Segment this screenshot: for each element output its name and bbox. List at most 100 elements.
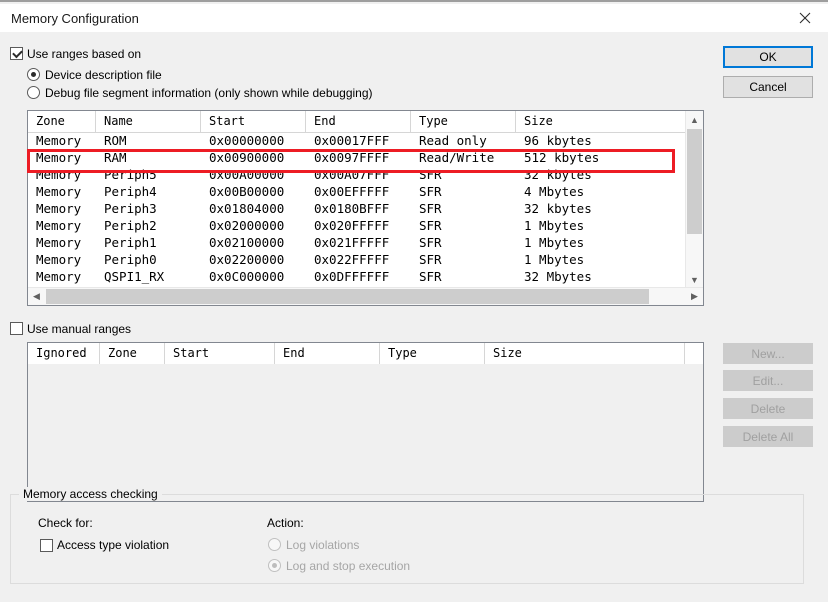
table-cell-end: 0x020FFFFF [314, 217, 389, 234]
delete-all-button[interactable]: Delete All [723, 426, 813, 447]
table-cell-name: RAM [104, 149, 127, 166]
manual-column-header-type[interactable]: Type [380, 343, 485, 364]
table-cell-start: 0x02200000 [209, 251, 284, 268]
table-cell-size: 32 kbytes [524, 166, 592, 183]
radio-log-and-stop-execution-label: Log and stop execution [286, 559, 410, 573]
table-row[interactable]: MemoryPeriph00x022000000x022FFFFFSFR1 Mb… [28, 251, 686, 268]
device-list-vertical-scrollbar[interactable]: ▲ ▼ [685, 111, 703, 288]
vertical-scroll-thumb[interactable] [687, 129, 702, 234]
column-header-zone[interactable]: Zone [28, 111, 96, 132]
column-header-start[interactable]: Start [201, 111, 306, 132]
table-cell-size: 512 kbytes [524, 149, 599, 166]
manual-column-header-ignored[interactable]: Ignored [28, 343, 100, 364]
access-type-violation-label: Access type violation [57, 538, 169, 552]
column-header-name-label: Name [104, 114, 133, 128]
close-icon[interactable] [782, 4, 828, 32]
table-cell-type: SFR [419, 166, 442, 183]
table-cell-type: SFR [419, 251, 442, 268]
table-cell-zone: Memory [36, 132, 81, 149]
table-cell-size: 32 kbytes [524, 200, 592, 217]
column-header-start-label: Start [209, 114, 245, 128]
edit-button[interactable]: Edit... [723, 370, 813, 391]
table-cell-end: 0x00017FFF [314, 132, 389, 149]
new-button[interactable]: New... [723, 343, 813, 364]
table-cell-start: 0x00000000 [209, 132, 284, 149]
scroll-down-arrow-icon[interactable]: ▼ [686, 271, 703, 288]
table-cell-size: 1 Mbytes [524, 234, 584, 251]
table-cell-end: 0x0097FFFF [314, 149, 389, 166]
radio-log-and-stop-execution[interactable] [268, 559, 281, 572]
table-cell-end: 0x021FFFFF [314, 234, 389, 251]
scroll-right-arrow-icon[interactable]: ▶ [686, 288, 703, 305]
column-header-type[interactable]: Type [411, 111, 516, 132]
radio-device-description-file-label: Device description file [45, 68, 162, 82]
check-for-label: Check for: [38, 516, 93, 530]
ok-button[interactable]: OK [723, 46, 813, 68]
table-cell-zone: Memory [36, 149, 81, 166]
table-row[interactable]: MemoryPeriph10x021000000x021FFFFFSFR1 Mb… [28, 234, 686, 251]
table-row[interactable]: MemoryPeriph20x020000000x020FFFFFSFR1 Mb… [28, 217, 686, 234]
radio-device-description-file[interactable] [27, 68, 40, 81]
delete-button[interactable]: Delete [723, 398, 813, 419]
column-header-type-label: Type [419, 114, 448, 128]
table-cell-name: Periph3 [104, 200, 157, 217]
manual-ranges-header: Ignored Zone Start End Type Size [28, 343, 703, 365]
manual-column-header-type-label: Type [388, 346, 417, 360]
table-row[interactable]: Memory ROM 0x00000000 0x00017FFF Read only 96… [28, 132, 686, 149]
use-ranges-label: Use ranges based on [27, 47, 141, 61]
title-bar: Memory Configuration [0, 4, 828, 32]
radio-log-violations[interactable] [268, 538, 281, 551]
action-label: Action: [267, 516, 304, 530]
table-cell-name: ROM [104, 132, 127, 149]
device-ranges-listview[interactable]: Zone Name Start End Type Size Memory ROM 0… [27, 110, 704, 306]
column-header-size[interactable]: Size [516, 111, 686, 132]
device-ranges-header: Zone Name Start End Type Size [28, 111, 686, 133]
radio-log-violations-label: Log violations [286, 538, 359, 552]
table-cell-zone: Memory [36, 268, 81, 285]
table-cell-zone: Memory [36, 217, 81, 234]
manual-ranges-listview[interactable]: Ignored Zone Start End Type Size [27, 342, 704, 502]
use-ranges-checkbox[interactable] [10, 47, 23, 60]
radio-debug-file-segment-info-label: Debug file segment information (only sho… [45, 86, 373, 100]
table-cell-name: Periph1 [104, 234, 157, 251]
table-cell-zone: Memory [36, 200, 81, 217]
column-header-end[interactable]: End [306, 111, 411, 132]
table-cell-end: 0x00EFFFFF [314, 183, 389, 200]
cancel-button[interactable]: Cancel [723, 76, 813, 98]
scroll-left-arrow-icon[interactable]: ◀ [28, 288, 45, 305]
scroll-up-arrow-icon[interactable]: ▲ [686, 111, 703, 128]
radio-debug-file-segment-info[interactable] [27, 86, 40, 99]
table-cell-zone: Memory [36, 166, 81, 183]
table-cell-type: SFR [419, 183, 442, 200]
table-row[interactable]: MemoryQSPI1_RX0x0C0000000x0DFFFFFFSFR32 … [28, 268, 686, 285]
table-cell-name: Periph0 [104, 251, 157, 268]
access-type-violation-checkbox[interactable] [40, 539, 53, 552]
column-header-end-label: End [314, 114, 336, 128]
memory-configuration-dialog: Memory Configuration OK Cancel Use range… [0, 0, 828, 602]
table-cell-size: 96 kbytes [524, 132, 592, 149]
table-row[interactable]: MemoryRAM0x009000000x0097FFFFRead/Write5… [28, 149, 686, 166]
table-cell-type: SFR [419, 268, 442, 285]
use-manual-ranges-checkbox[interactable] [10, 322, 23, 335]
table-cell-type: Read only [419, 132, 487, 149]
dialog-body: OK Cancel Use ranges based on Device des… [0, 32, 828, 602]
manual-column-header-start[interactable]: Start [165, 343, 275, 364]
table-row[interactable]: MemoryPeriph30x018040000x0180BFFFSFR32 k… [28, 200, 686, 217]
window-title: Memory Configuration [11, 11, 139, 26]
table-row[interactable]: MemoryPeriph40x00B000000x00EFFFFFSFR4 Mb… [28, 183, 686, 200]
manual-column-header-zone[interactable]: Zone [100, 343, 165, 364]
column-header-name[interactable]: Name [96, 111, 201, 132]
manual-column-header-end[interactable]: End [275, 343, 380, 364]
table-row[interactable]: MemoryPeriph50x00A000000x00A07FFFSFR32 k… [28, 166, 686, 183]
table-cell-end: 0x022FFFFF [314, 251, 389, 268]
device-list-horizontal-scrollbar[interactable]: ◀ ▶ [28, 287, 703, 305]
table-cell-size: 1 Mbytes [524, 251, 584, 268]
table-cell-end: 0x0180BFFF [314, 200, 389, 217]
table-cell-size: 32 Mbytes [524, 268, 592, 285]
table-cell-start: 0x0C000000 [209, 268, 284, 285]
table-cell-name: Periph4 [104, 183, 157, 200]
manual-column-header-start-label: Start [173, 346, 209, 360]
manual-column-header-ignored-label: Ignored [36, 346, 87, 360]
horizontal-scroll-thumb[interactable] [46, 289, 649, 304]
manual-column-header-size[interactable]: Size [485, 343, 685, 364]
